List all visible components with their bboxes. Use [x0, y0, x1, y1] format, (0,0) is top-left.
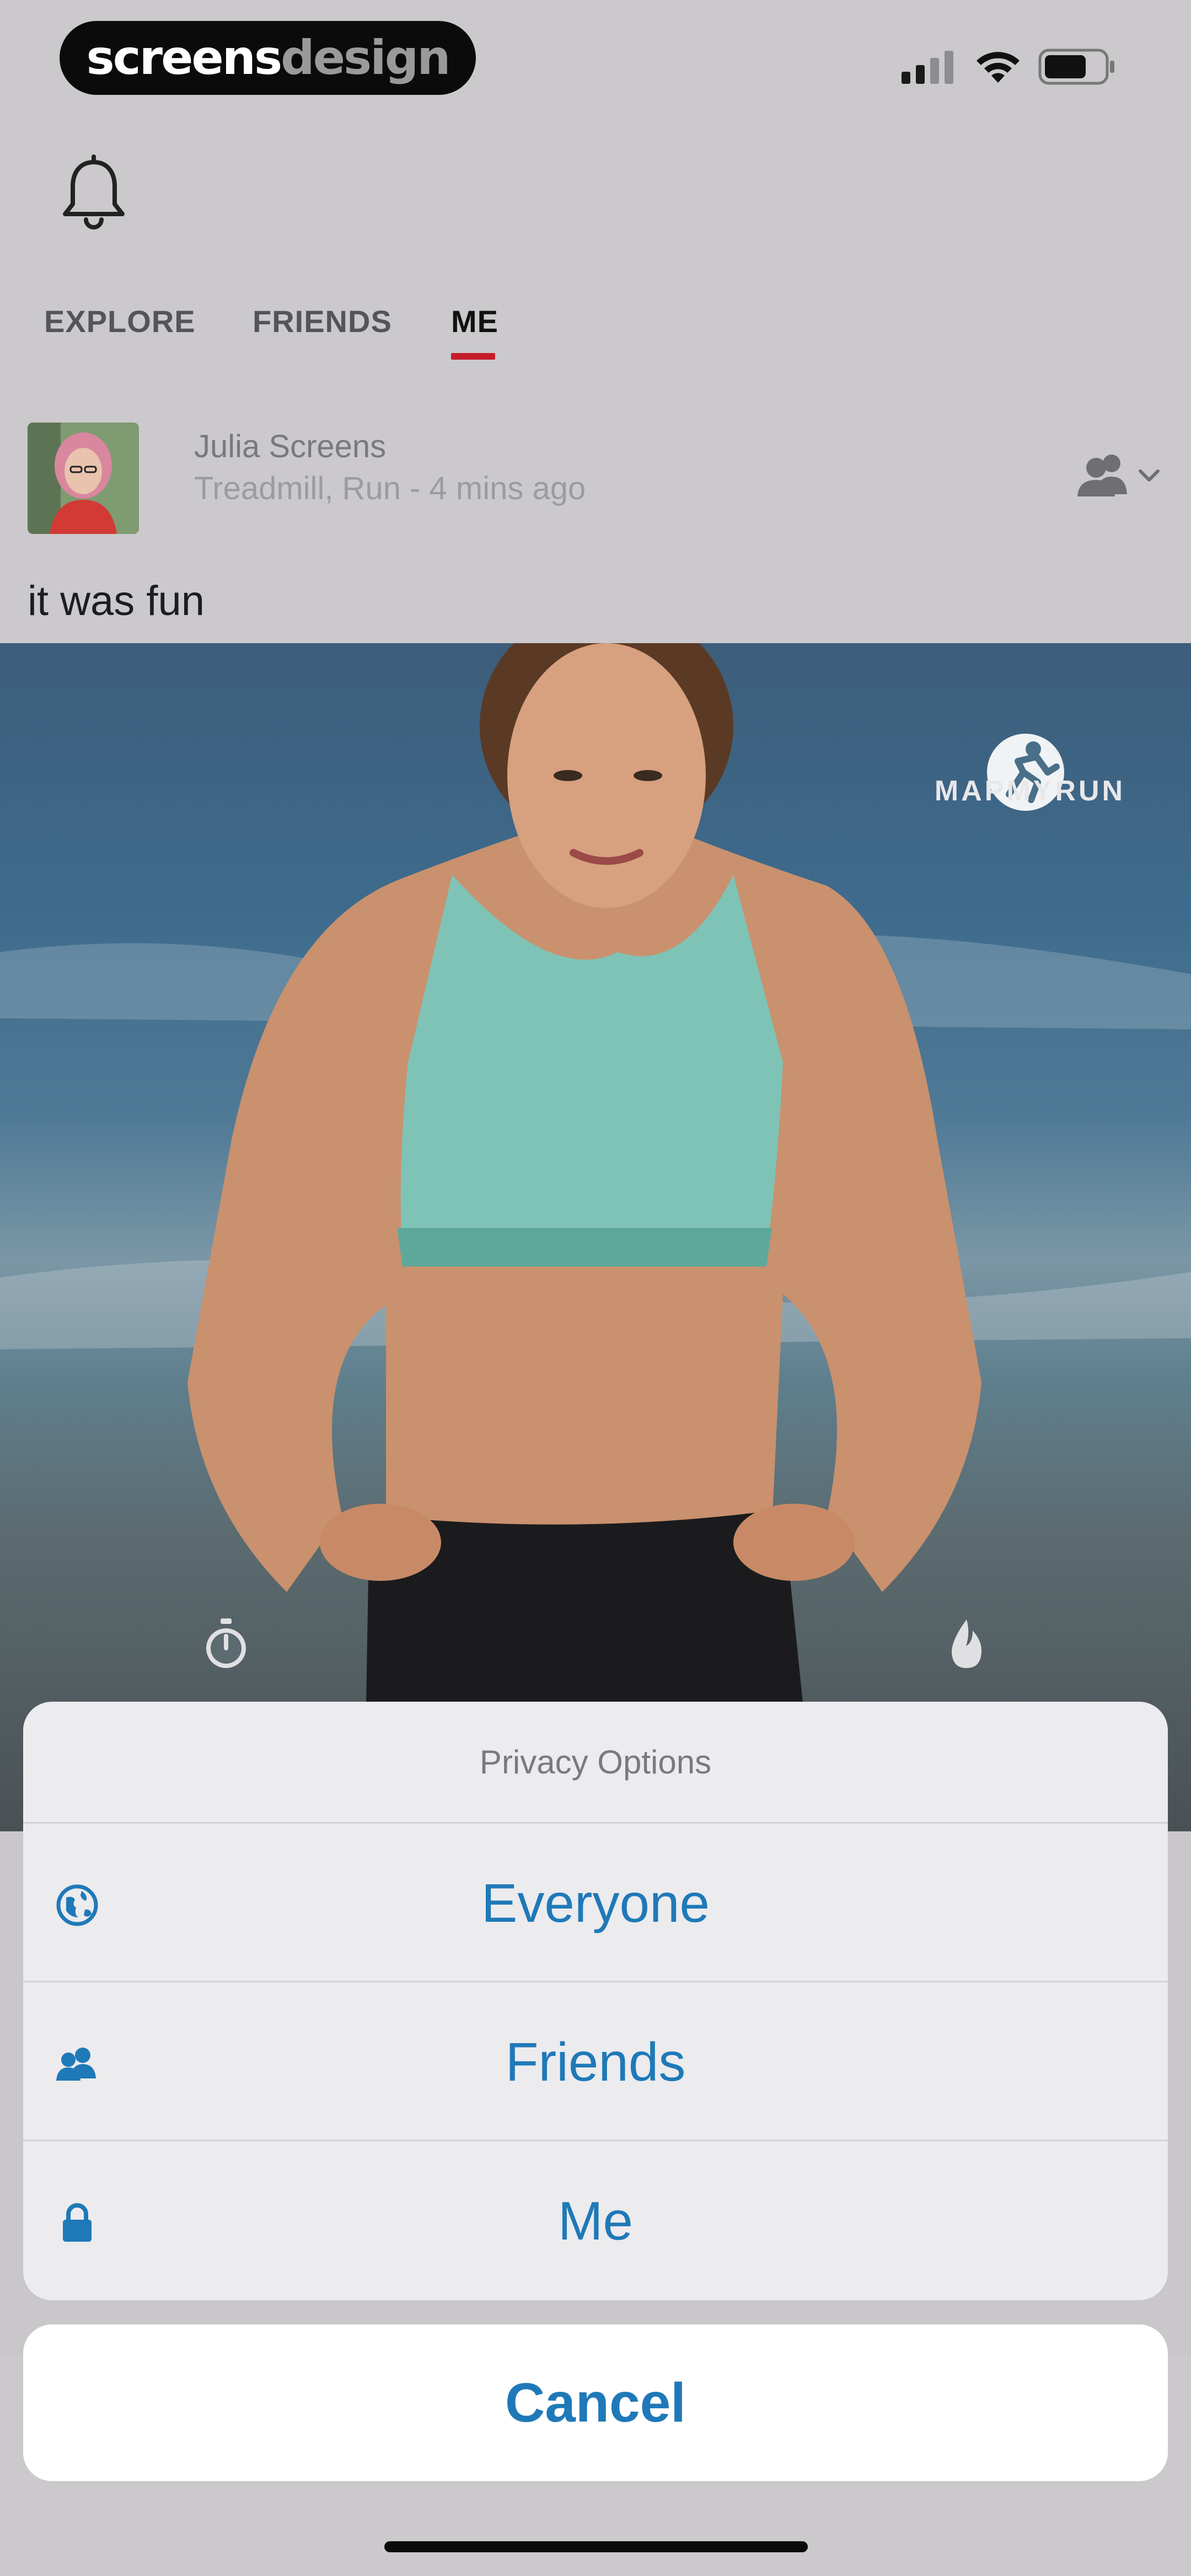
privacy-option-everyone[interactable]: Everyone [23, 1822, 1168, 1982]
option-label-friends: Friends [505, 2031, 686, 2092]
wifi-icon [977, 52, 1020, 83]
cancel-button[interactable]: Cancel [23, 2324, 1168, 2481]
option-label-me: Me [557, 2190, 634, 2251]
tab-friends[interactable]: FRIENDS [253, 303, 392, 339]
privacy-option-friends[interactable]: Friends [23, 1981, 1168, 2141]
privacy-option-me[interactable]: Me [23, 2140, 1168, 2300]
status-bar: screens design [0, 0, 1191, 105]
notifications-bell-icon[interactable] [60, 154, 128, 232]
post-header: Julia Screens Treadmill, Run - 4 mins ag… [0, 417, 1191, 538]
active-tab-indicator [451, 353, 495, 360]
home-indicator[interactable] [384, 2541, 808, 2552]
workout-photo[interactable] [0, 643, 1191, 1831]
post-meta: Treadmill, Run - 4 mins ago [194, 471, 586, 506]
sheet-title: Privacy Options [479, 1743, 712, 1781]
battery-icon [1038, 49, 1114, 85]
privacy-friends-dropdown-icon[interactable] [1075, 451, 1169, 501]
cellular-signal-icon [902, 51, 953, 84]
runner-photo-image [0, 643, 1191, 1831]
screensdesign-badge: screens design [60, 21, 476, 95]
calories-flame-icon [952, 1620, 981, 1668]
post-author-name[interactable]: Julia Screens [194, 428, 386, 465]
avatar-portrait-image [28, 423, 139, 534]
tab-explore[interactable]: EXPLORE [44, 303, 196, 339]
privacy-options-sheet: Privacy Options Everyone Friends Me [23, 1702, 1168, 2300]
avatar[interactable] [28, 423, 139, 534]
stopwatch-icon [206, 1618, 246, 1668]
post-caption: it was fun [28, 578, 205, 624]
tab-me[interactable]: ME [451, 303, 498, 339]
photo-brand-label: MAPMYRUN [934, 775, 1126, 807]
option-label-everyone: Everyone [481, 1872, 710, 1933]
feed-tabs: EXPLORE FRIENDS ME [0, 298, 1191, 364]
brand-text-part2: design [281, 30, 450, 85]
brand-text-part1: screens [86, 30, 283, 85]
